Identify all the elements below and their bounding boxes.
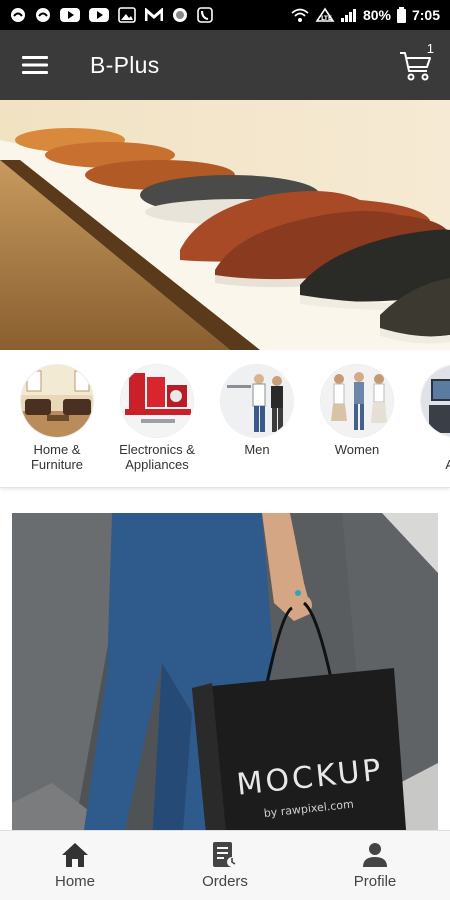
app-bar: B-Plus 1	[0, 30, 450, 100]
gmail-icon	[145, 8, 163, 22]
orders-icon	[211, 841, 239, 869]
signal-icon	[340, 8, 357, 22]
status-time: 7:05	[411, 7, 440, 23]
hamburger-menu-icon	[22, 56, 48, 74]
category-home-furniture[interactable]: Home & Furniture	[7, 364, 107, 472]
circle-app-icon	[172, 7, 188, 23]
app-screen: LTE 80% 7:05 B-Plus 1 Home & Furniture E…	[0, 0, 450, 900]
category-electronics-appliances-image	[120, 364, 194, 438]
category-women-image	[320, 364, 394, 438]
promo-banner-image[interactable]: MOCKUP by rawpixel.com	[12, 513, 438, 843]
bottom-navigation: Home Orders Profile	[0, 830, 450, 900]
nav-profile-label: Profile	[353, 873, 397, 890]
battery-icon	[396, 7, 406, 23]
nav-profile[interactable]: Profile	[300, 831, 450, 900]
category-strip: Home & Furniture Electronics & Appliance…	[0, 350, 450, 488]
home-icon	[61, 841, 89, 869]
category-men-image	[220, 364, 294, 438]
gallery-icon	[118, 7, 136, 23]
nav-home-label: Home	[54, 873, 95, 890]
category-home-furniture-image	[20, 364, 94, 438]
app-icon	[10, 7, 26, 23]
youtube-icon	[60, 8, 80, 22]
cart-count-badge: 1	[426, 41, 434, 56]
category-electronics-appliances-label: Electronics & Appliances	[119, 442, 195, 472]
data-saver-icon: LTE	[315, 7, 335, 23]
svg-text:LTE: LTE	[321, 15, 332, 22]
category-men[interactable]: Men	[207, 364, 307, 457]
category-electronics-appliances[interactable]: Electronics & Appliances	[107, 364, 207, 472]
youtube-icon	[89, 8, 109, 22]
nav-orders[interactable]: Orders	[150, 831, 300, 900]
category-home-furniture-label: Home & Furniture	[30, 442, 84, 472]
app-title: B-Plus	[90, 51, 160, 78]
app-icon	[35, 7, 51, 23]
nav-home[interactable]: Home	[0, 831, 150, 900]
nav-orders-label: Orders	[202, 873, 248, 890]
call-icon	[197, 7, 213, 23]
menu-button[interactable]	[0, 30, 70, 100]
category-partial[interactable]: T App	[407, 364, 450, 472]
wifi-icon	[291, 7, 309, 23]
hero-banner-image[interactable]	[0, 100, 450, 350]
category-partial-label: T App	[407, 442, 450, 472]
battery-percent: 80%	[362, 7, 391, 23]
profile-icon	[361, 841, 389, 869]
status-bar: LTE 80% 7:05	[0, 0, 450, 30]
category-men-label: Men	[244, 442, 270, 457]
status-right-icons: LTE 80% 7:05	[291, 7, 440, 23]
category-women[interactable]: Women	[307, 364, 407, 457]
status-left-icons	[10, 7, 213, 23]
category-women-label: Women	[334, 442, 380, 457]
category-partial-image	[420, 364, 450, 438]
